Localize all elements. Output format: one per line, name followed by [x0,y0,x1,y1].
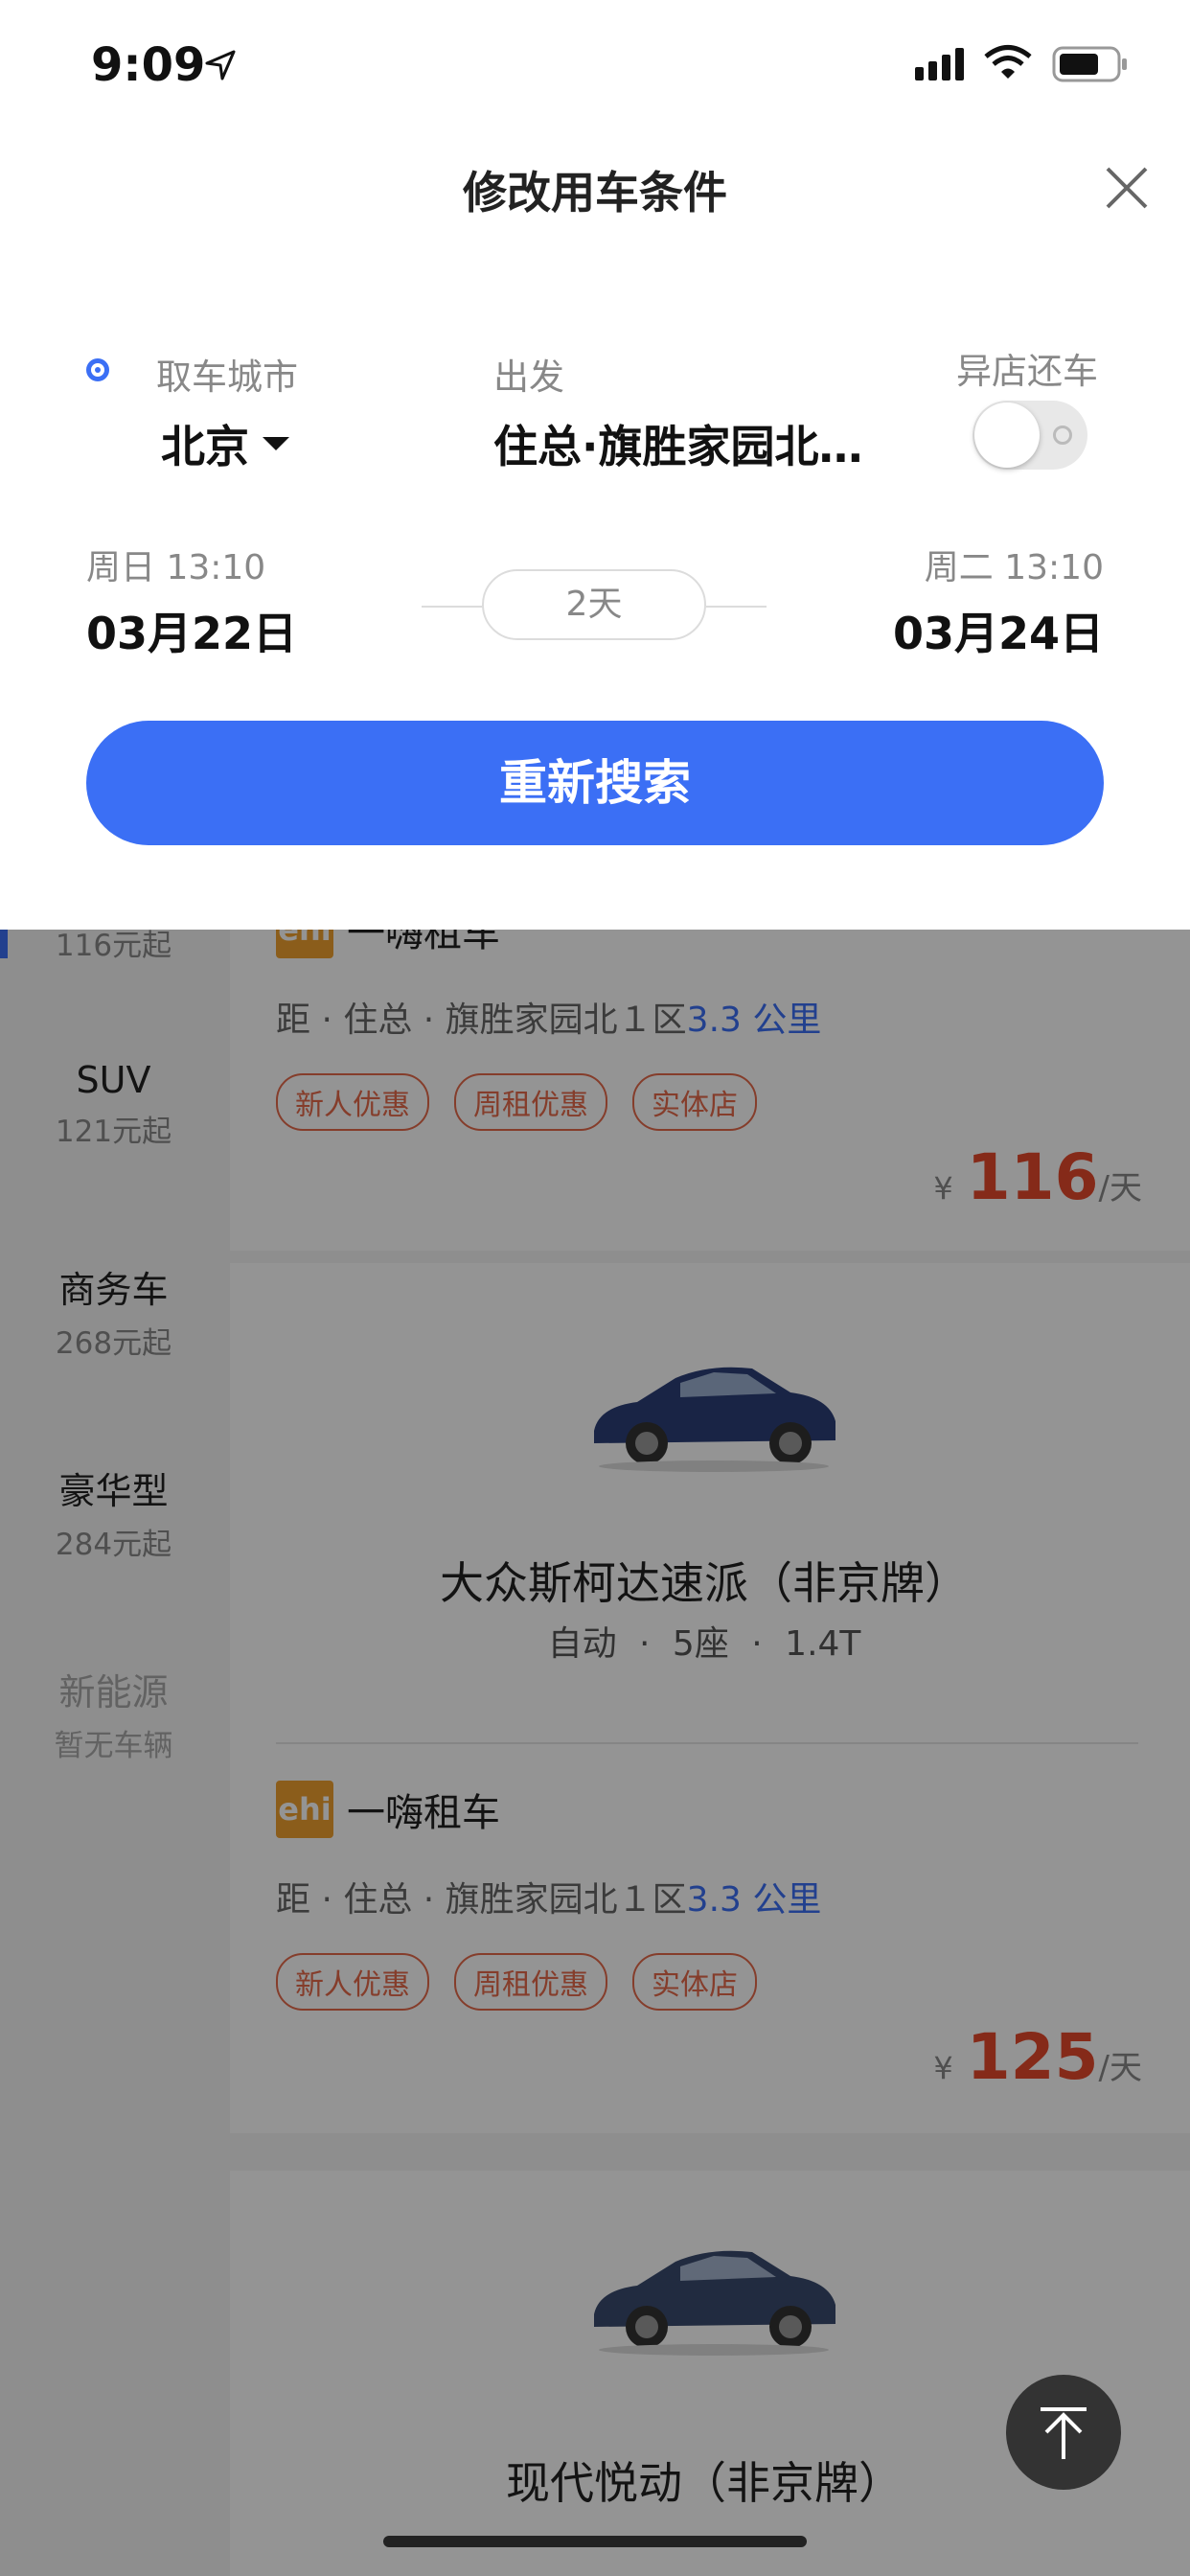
status-time: 9:09 [91,38,206,92]
duration-line-left [422,606,482,608]
signal-icon [915,48,964,80]
back-to-top-icon [1041,2407,1087,2459]
end-date[interactable]: 03月24日 [893,599,1104,662]
caret-down-icon [263,437,289,450]
depart-label: 出发 [493,356,564,398]
home-indicator [383,2536,807,2547]
pickup-city-label: 取车城市 [156,356,298,398]
status-bar: 9:09 [0,0,1190,128]
depart-location[interactable]: 住总·旗胜家园北… [493,412,862,475]
modal-backdrop[interactable] [0,930,1190,2576]
pickup-city-selector[interactable]: 北京 [161,412,289,475]
toggle-off-indicator [1053,426,1072,445]
close-icon[interactable] [1100,161,1154,215]
location-arrow-icon [205,50,236,80]
pickup-city-value: 北京 [161,421,249,472]
start-weekday-time: 周日 13:10 [86,548,266,587]
duration-pill: 2天 [482,569,706,640]
modify-conditions-sheet: 9:09 修改用车条件 取车城市 北京 出发 住总·旗胜家园北… 异店还车 周日… [0,0,1190,930]
return-other-toggle[interactable] [973,401,1087,470]
re-search-button[interactable]: 重新搜索 [86,721,1104,845]
duration-line-right [706,606,767,608]
end-weekday-time: 周二 13:10 [924,548,1104,587]
toggle-knob [974,402,1040,468]
sheet-title: 修改用车条件 [463,167,727,218]
start-date[interactable]: 03月22日 [86,599,297,662]
return-other-label: 异店还车 [956,351,1098,392]
wifi-icon [984,45,1032,79]
battery-icon [1052,46,1127,82]
back-to-top-button[interactable] [1006,2375,1121,2490]
location-dot-icon [86,358,109,381]
